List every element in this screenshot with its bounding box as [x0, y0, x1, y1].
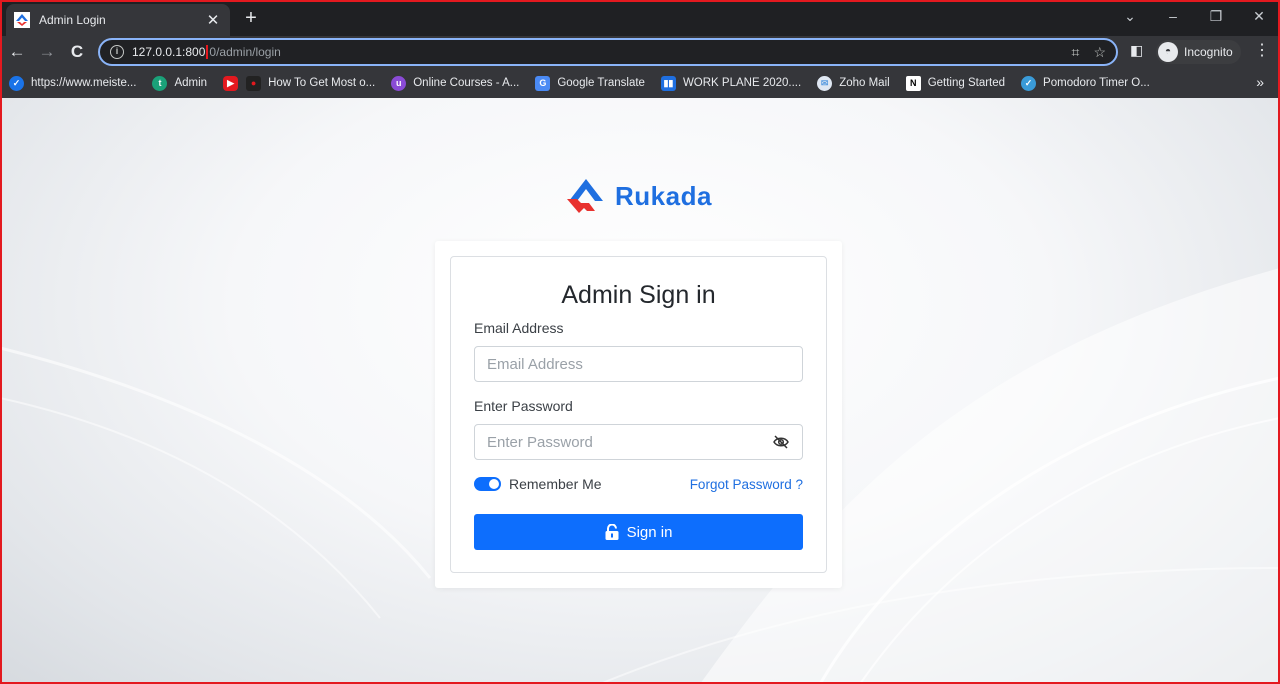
side-panel-icon[interactable]: ◧: [1130, 42, 1143, 59]
remember-me-label: Remember Me: [509, 476, 602, 492]
login-form: Admin Sign in Email Address Enter Passwo…: [450, 256, 827, 573]
page-title: Admin Sign in: [561, 281, 716, 309]
bookmark-item[interactable]: ✓ https://www.meiste...: [9, 75, 136, 91]
bookmark-item[interactable]: t Admin: [152, 75, 207, 91]
url-port-tail: 0: [209, 45, 217, 59]
bookmark-item[interactable]: ▮▮ WORK PLANE 2020....: [660, 75, 801, 91]
bookmark-item[interactable]: u Online Courses - A...: [391, 75, 519, 91]
site-info-icon[interactable]: i: [110, 45, 124, 59]
browser-toolbar: ← → C i 127.0.0.1:800 0/admin/login ⌗ ☆ ◧…: [0, 36, 1280, 68]
timer-icon: ✓: [1021, 75, 1037, 91]
youtube-icon: ▶: [223, 75, 239, 91]
rukada-logo-icon: [567, 179, 603, 213]
email-field-wrapper: [474, 346, 803, 382]
restore-icon[interactable]: ❐: [1206, 8, 1226, 25]
email-label: Email Address: [474, 320, 564, 336]
udemy-icon: u: [391, 75, 407, 91]
browser-tab[interactable]: Admin Login ✕: [6, 4, 230, 36]
bookmark-item[interactable]: ✉ Zoho Mail: [817, 75, 890, 91]
toggle-knob: [489, 479, 499, 489]
remember-me[interactable]: Remember Me: [474, 476, 602, 492]
browser-menu-icon[interactable]: ⋮: [1254, 42, 1270, 60]
unlock-icon: [605, 524, 619, 540]
browser-tabstrip: Admin Login ✕ + ⌄ – ❐ ✕: [0, 0, 1280, 36]
translate-icon: G: [535, 75, 551, 91]
password-field-wrapper: [474, 424, 803, 460]
bookmark-item[interactable]: N Getting Started: [905, 75, 1005, 91]
sign-in-label: Sign in: [626, 523, 673, 541]
incognito-label: Incognito: [1184, 45, 1233, 59]
bookmarks-bar: ✓ https://www.meiste... t Admin ▶ ● How To …: [0, 68, 1280, 98]
tailwind-icon: t: [152, 75, 168, 91]
text-caret: [206, 45, 209, 59]
trello-icon: ▮▮: [660, 75, 676, 91]
incognito-profile-button[interactable]: ◓ Incognito: [1156, 40, 1241, 64]
more-bookmarks-icon[interactable]: »: [1256, 74, 1264, 90]
close-window-icon[interactable]: ✕: [1249, 8, 1269, 25]
tab-title: Admin Login: [39, 13, 106, 27]
minimize-icon[interactable]: –: [1163, 8, 1183, 24]
mail-icon: ✉: [817, 75, 833, 91]
password-label: Enter Password: [474, 398, 573, 414]
notion-icon: N: [905, 75, 921, 91]
forward-icon[interactable]: →: [36, 41, 58, 63]
incognito-icon: ◓: [1158, 42, 1178, 62]
back-icon[interactable]: ←: [6, 41, 28, 63]
url-path: /admin/login: [216, 45, 281, 59]
page-content: Rukada Admin Sign in Email Address Enter…: [0, 98, 1280, 684]
email-field[interactable]: [487, 355, 790, 373]
remember-me-toggle[interactable]: [474, 477, 501, 491]
address-bar[interactable]: i 127.0.0.1:800 0/admin/login ⌗ ☆: [98, 38, 1118, 66]
close-tab-icon[interactable]: ✕: [204, 11, 222, 29]
bookmark-item[interactable]: ✓ Pomodoro Timer O...: [1021, 75, 1150, 91]
password-field[interactable]: [487, 433, 772, 451]
eye-slash-icon[interactable]: [772, 433, 790, 451]
bookmark-item[interactable]: G Google Translate: [535, 75, 645, 91]
rukada-favicon-icon: [14, 12, 30, 28]
video-icon: ●: [246, 75, 262, 91]
brand-name: Rukada: [615, 180, 712, 211]
bookmark-item[interactable]: ▶: [223, 75, 239, 91]
bookmark-star-icon[interactable]: ☆: [1093, 44, 1106, 61]
reload-icon[interactable]: C: [66, 41, 88, 63]
forgot-password-link[interactable]: Forgot Password ?: [690, 477, 803, 492]
brand-logo: Rukada: [565, 177, 712, 215]
bookmark-item[interactable]: ● How To Get Most o...: [246, 75, 375, 91]
tab-search-icon[interactable]: ⌄: [1120, 8, 1140, 25]
check-icon: ✓: [9, 75, 24, 91]
sign-in-button[interactable]: Sign in: [474, 514, 803, 550]
qr-code-icon[interactable]: ⌗: [1072, 44, 1080, 61]
new-tab-button[interactable]: +: [240, 7, 262, 29]
login-card: Admin Sign in Email Address Enter Passwo…: [435, 241, 842, 588]
url-host: 127.0.0.1:800: [132, 45, 206, 59]
